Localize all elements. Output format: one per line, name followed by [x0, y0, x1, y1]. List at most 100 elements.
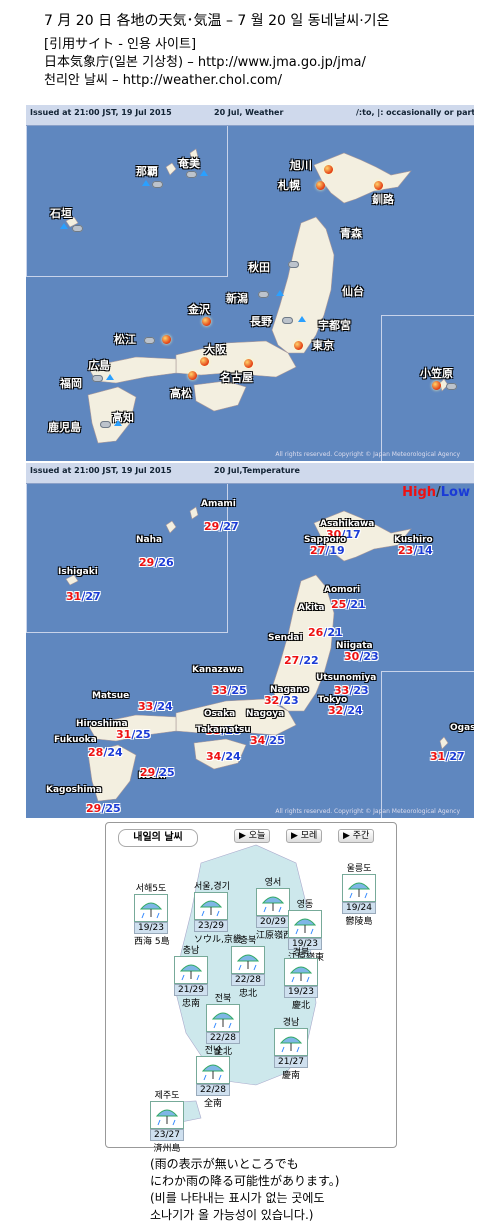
korea-region: 울릉도 19/24 鬱陵島	[342, 861, 376, 927]
high-temp: 25	[331, 598, 347, 611]
high-temp: 30	[344, 650, 360, 663]
region-temp: 19/24	[342, 902, 376, 914]
region-name: 전남	[204, 1046, 222, 1056]
high-temp: 32	[328, 704, 344, 717]
high-temp: 31	[66, 590, 82, 603]
region-name: 충남	[182, 946, 200, 956]
sun-icon	[188, 371, 197, 380]
footnote-line3: (비를 나타내는 표시가 없는 곳에도	[150, 1191, 325, 1205]
low-temp: 23	[363, 650, 379, 663]
high-temp: 23	[398, 544, 414, 557]
source-chol[interactable]: 천리안 날씨 – http://weather.chol.com/	[44, 72, 282, 90]
cloud-icon	[100, 421, 111, 428]
high-temp: 32	[264, 694, 280, 707]
temp-city-naha: Naha	[136, 535, 163, 545]
inset-okinawa-box	[26, 483, 228, 633]
temp-value-akita: 26/21	[308, 626, 343, 639]
inset-ogasawara-box	[381, 671, 474, 818]
city-ogasawara: 小笠原	[420, 367, 453, 380]
high-temp: 31	[116, 728, 132, 741]
temp-city-takamatsu: Takamatsu	[196, 725, 251, 735]
low-temp: 27	[223, 520, 239, 533]
temp-value-amami: 29/27	[204, 520, 239, 533]
source-jma[interactable]: 日本気象庁(일본 기상청) – http://www.jma.go.jp/jma…	[44, 54, 366, 72]
rain-icon	[298, 316, 306, 322]
cloud-icon	[446, 383, 457, 390]
cloud-icon	[144, 337, 155, 344]
low-temp: 26	[158, 556, 174, 569]
umbrella-rain-icon	[342, 874, 376, 902]
city-tokyo: 東京	[312, 339, 334, 352]
region-jp-name: 西海 5島	[134, 937, 170, 947]
city-hiroshima: 広島	[88, 359, 110, 372]
high-temp: 27	[310, 544, 326, 557]
temp-city-matsue: Matsue	[92, 691, 130, 701]
temp-value-hiroshima: 31/25	[116, 728, 151, 741]
footnote: (雨の表示が無いところでも にわか雨の降る可能性があります。) (비를 나타내는…	[150, 1156, 339, 1224]
cloud-icon	[258, 291, 269, 298]
temp-city-aomori: Aomori	[324, 585, 361, 595]
city-nagoya: 名古屋	[220, 371, 253, 384]
umbrella-rain-icon	[256, 888, 290, 916]
temp-city-kanazawa: Kanazawa	[192, 665, 244, 675]
temp-value-sapporo: 27/19	[310, 544, 345, 557]
temp-value-kagoshima: 29/25	[86, 802, 121, 815]
korea-region: 제주도 23/27 済州島	[150, 1088, 184, 1154]
sun-icon	[294, 341, 303, 350]
city-nagano: 長野	[250, 315, 272, 328]
temp-city-akita: Akita	[298, 603, 325, 613]
inset-okinawa-box	[26, 125, 228, 277]
rain-icon	[60, 223, 68, 229]
korea-weather-panel: 내일의 날씨 ▶ 오늘 ▶ 모레 ▶ 주간 서해5도 19/23 西海 5島 서울,경…	[105, 822, 397, 1154]
temp-city-kagoshima: Kagoshima	[46, 785, 102, 795]
region-temp: 23/29	[194, 920, 228, 932]
korea-region: 서해5도 19/23 西海 5島	[134, 881, 170, 947]
temperature-map: Issued at 21:00 JST, 19 Jul 2015 20 Jul,…	[26, 463, 474, 818]
low-temp: 24	[157, 700, 173, 713]
temp-value-matsue: 33/24	[138, 700, 173, 713]
low-temp: 24	[347, 704, 363, 717]
sun-icon	[162, 335, 171, 344]
city-utsunomiya: 宇都宮	[318, 319, 351, 332]
cloud-icon	[72, 225, 83, 232]
sun-icon	[244, 359, 253, 368]
temp-date-label: 20 Jul,Temperature	[214, 466, 300, 475]
temp-city-osaka: Osaka	[204, 709, 236, 719]
city-asahikawa: 旭川	[290, 159, 312, 172]
temp-value-kochi: 29/25	[140, 766, 175, 779]
high-temp: 29	[204, 520, 220, 533]
temp-issued: Issued at 21:00 JST, 19 Jul 2015	[30, 466, 172, 475]
low-temp: 19	[329, 544, 345, 557]
high-temp: 29	[86, 802, 102, 815]
city-naha: 那覇	[136, 165, 158, 178]
high-temp: 29	[140, 766, 156, 779]
sun-icon	[316, 181, 325, 190]
city-akita: 秋田	[248, 261, 270, 274]
footnote-line1: (雨の表示が無いところでも	[150, 1157, 299, 1171]
footnote-line2: にわか雨の降る可能性があります。)	[150, 1174, 340, 1188]
region-name: 경북	[292, 948, 310, 958]
region-temp: 19/23	[284, 986, 318, 998]
low-temp: 25	[231, 684, 247, 697]
high-temp: 26	[308, 626, 324, 639]
umbrella-rain-icon	[174, 956, 208, 984]
high-temp: 34	[250, 734, 266, 747]
inset-ogasawara-box	[381, 315, 474, 461]
city-sapporo: 札幌	[278, 179, 300, 192]
temp-value-aomori: 25/21	[331, 598, 366, 611]
low-temp: 24	[107, 746, 123, 759]
korea-region: 전남 22/28 全南	[196, 1043, 230, 1109]
region-temp: 19/23	[134, 922, 168, 934]
sun-icon	[200, 357, 209, 366]
high-temp: 27	[284, 654, 300, 667]
umbrella-rain-icon	[134, 894, 168, 922]
umbrella-rain-icon	[284, 958, 318, 986]
region-name: 울릉도	[346, 864, 372, 874]
temp-city-nagoya: Nagoya	[246, 709, 285, 719]
region-jp-name: 忠南	[181, 999, 200, 1009]
weather-map-header: Issued at 21:00 JST, 19 Jul 2015 20 Jul,…	[26, 105, 474, 126]
low-temp: 25	[105, 802, 121, 815]
region-name: 서해5도	[135, 884, 167, 894]
region-name: 충북	[239, 936, 257, 946]
cloud-icon	[152, 181, 163, 188]
